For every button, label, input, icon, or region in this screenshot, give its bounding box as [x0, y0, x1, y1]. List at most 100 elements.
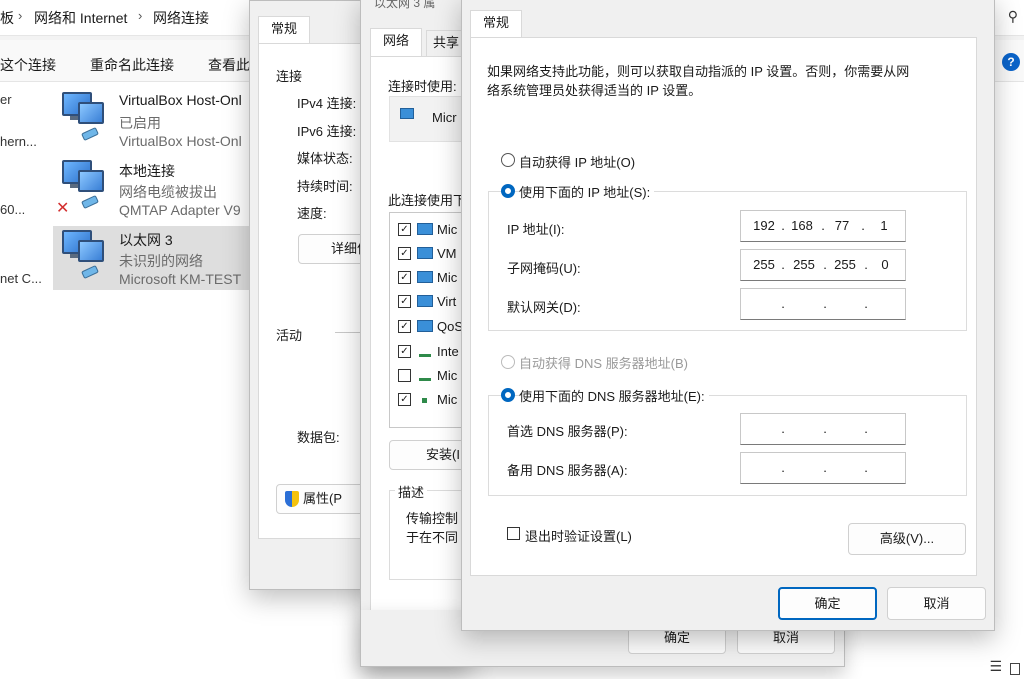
details-view-icon[interactable]: ☰: [989, 658, 1002, 675]
speed-label: 速度:: [297, 206, 327, 221]
alternate-dns-label: 备用 DNS 服务器(A):: [507, 463, 628, 478]
mask-octet: 255: [753, 257, 775, 272]
section-connection: 连接: [276, 69, 303, 84]
mask-octet: 0: [881, 257, 889, 272]
subnet-mask-field[interactable]: 255 . 255 . 255 . 0: [740, 249, 906, 281]
ip-dot: .: [823, 296, 827, 311]
list-item-text: hern...: [0, 134, 37, 149]
network-service-icon: [417, 247, 433, 259]
network-service-icon: [417, 320, 433, 332]
tab-network[interactable]: 网络: [370, 28, 423, 56]
mask-octet: 255: [793, 257, 815, 272]
radio-auto-ip[interactable]: [501, 153, 515, 167]
command-view[interactable]: 查看此: [208, 55, 250, 75]
tab-general[interactable]: 常规: [470, 10, 523, 38]
subnet-mask-label: 子网掩码(U):: [507, 261, 581, 276]
shield-icon: [285, 491, 299, 507]
list-item-text: 60...: [0, 202, 26, 217]
adapter-name[interactable]: 本地连接: [119, 161, 175, 181]
ip-dot: .: [864, 296, 868, 311]
ip-dot: .: [821, 218, 825, 233]
connect-using-label: 连接时使用:: [388, 79, 457, 94]
preferred-dns-field[interactable]: . . .: [740, 413, 906, 445]
preferred-dns-label: 首选 DNS 服务器(P):: [507, 424, 628, 439]
adapter-name: Micr: [432, 110, 457, 125]
radio-auto-dns[interactable]: [501, 355, 515, 369]
validate-label[interactable]: 退出时验证设置(L): [525, 526, 632, 545]
checkbox[interactable]: ✓: [398, 271, 411, 284]
component-label: Inte: [437, 344, 459, 359]
ip-dot: .: [823, 421, 827, 436]
checkbox[interactable]: ✓: [398, 223, 411, 236]
ok-button[interactable]: 确定: [778, 587, 877, 620]
adapter-box: [389, 96, 471, 142]
breadcrumb-item[interactable]: 板: [0, 8, 14, 28]
ip-dot: .: [823, 460, 827, 475]
adapter-name[interactable]: VirtualBox Host-Onl: [119, 92, 242, 108]
chevron-right-icon: ›: [18, 8, 23, 23]
adapter-name[interactable]: 以太网 3: [119, 230, 173, 250]
radio-manual-dns[interactable]: [501, 388, 515, 402]
list-item-text: er: [0, 92, 12, 107]
adapter-status: 已启用: [119, 115, 161, 131]
mask-octet: 255: [834, 257, 856, 272]
component-label: Mic: [437, 222, 458, 237]
intro-text: 络系统管理员处获得适当的 IP 设置。: [487, 83, 702, 98]
search-icon[interactable]: ⚲: [1008, 8, 1018, 25]
radio-auto-dns-label[interactable]: 自动获得 DNS 服务器地址(B): [519, 353, 688, 372]
ipv6-label: IPv6 连接:: [297, 124, 357, 139]
help-icon[interactable]: ?: [1002, 53, 1020, 71]
adapter-status: 未识别的网络: [119, 253, 203, 269]
command-rename[interactable]: 重命名此连接: [90, 55, 174, 75]
protocol-icon: [419, 373, 431, 381]
ip-octet: 77: [834, 218, 850, 233]
disconnected-x-icon: ✕: [56, 200, 70, 217]
checkbox[interactable]: ✓: [398, 247, 411, 260]
ip-address-field[interactable]: 192 . 168 . 77 . 1: [740, 210, 906, 242]
radio-manual-ip-label[interactable]: 使用下面的 IP 地址(S):: [519, 182, 655, 201]
cancel-button[interactable]: 取消: [887, 587, 986, 620]
tiles-view-icon[interactable]: [1010, 663, 1020, 675]
network-service-icon: [417, 271, 433, 283]
checkbox[interactable]: [398, 369, 411, 382]
ip-octet: 192: [753, 218, 775, 233]
ip-octet: 1: [880, 218, 888, 233]
install-button[interactable]: 安装(I: [389, 440, 471, 470]
section-activity: 活动: [276, 328, 303, 343]
checkbox[interactable]: ✓: [398, 345, 411, 358]
network-card-icon: [400, 108, 414, 119]
checkbox[interactable]: ✓: [398, 295, 411, 308]
alternate-dns-field[interactable]: . . .: [740, 452, 906, 484]
radio-auto-ip-label[interactable]: 自动获得 IP 地址(O): [519, 152, 635, 171]
network-client-icon: [417, 223, 433, 235]
ip-dot: .: [781, 421, 785, 436]
network-adapter-icon: [58, 92, 110, 142]
tab-sharing[interactable]: 共享: [426, 30, 467, 56]
description-text: 传输控制: [406, 511, 459, 526]
checkbox[interactable]: ✓: [398, 393, 411, 406]
radio-manual-dns-label[interactable]: 使用下面的 DNS 服务器地址(E):: [519, 386, 709, 405]
breadcrumb-item[interactable]: 网络连接: [153, 8, 209, 28]
protocol-icon: [419, 349, 431, 357]
ip-dot: .: [781, 218, 785, 233]
description-text: 于在不同: [406, 530, 459, 545]
adapter-device: VirtualBox Host-Onl: [119, 133, 242, 149]
ip-dot: .: [864, 421, 868, 436]
gateway-field[interactable]: . . .: [740, 288, 906, 320]
adapter-device: Microsoft KM-TEST: [119, 271, 242, 287]
radio-manual-ip[interactable]: [501, 184, 515, 198]
ip-dot: .: [781, 296, 785, 311]
ip-dot: .: [781, 257, 785, 272]
breadcrumb-item[interactable]: 网络和 Internet: [34, 8, 127, 28]
ip-dot: .: [864, 257, 868, 272]
ip-address-label: IP 地址(I):: [507, 222, 565, 237]
validate-checkbox[interactable]: [507, 527, 520, 540]
advanced-button[interactable]: 高级(V)...: [848, 523, 966, 555]
command-connect[interactable]: 这个连接: [0, 55, 56, 75]
network-adapter-icon: [58, 230, 110, 280]
tab-general[interactable]: 常规: [258, 16, 311, 44]
component-label: Mic: [437, 392, 458, 407]
checkbox[interactable]: ✓: [398, 320, 411, 333]
component-label: QoS: [437, 319, 464, 334]
description-title: 描述: [395, 482, 428, 501]
